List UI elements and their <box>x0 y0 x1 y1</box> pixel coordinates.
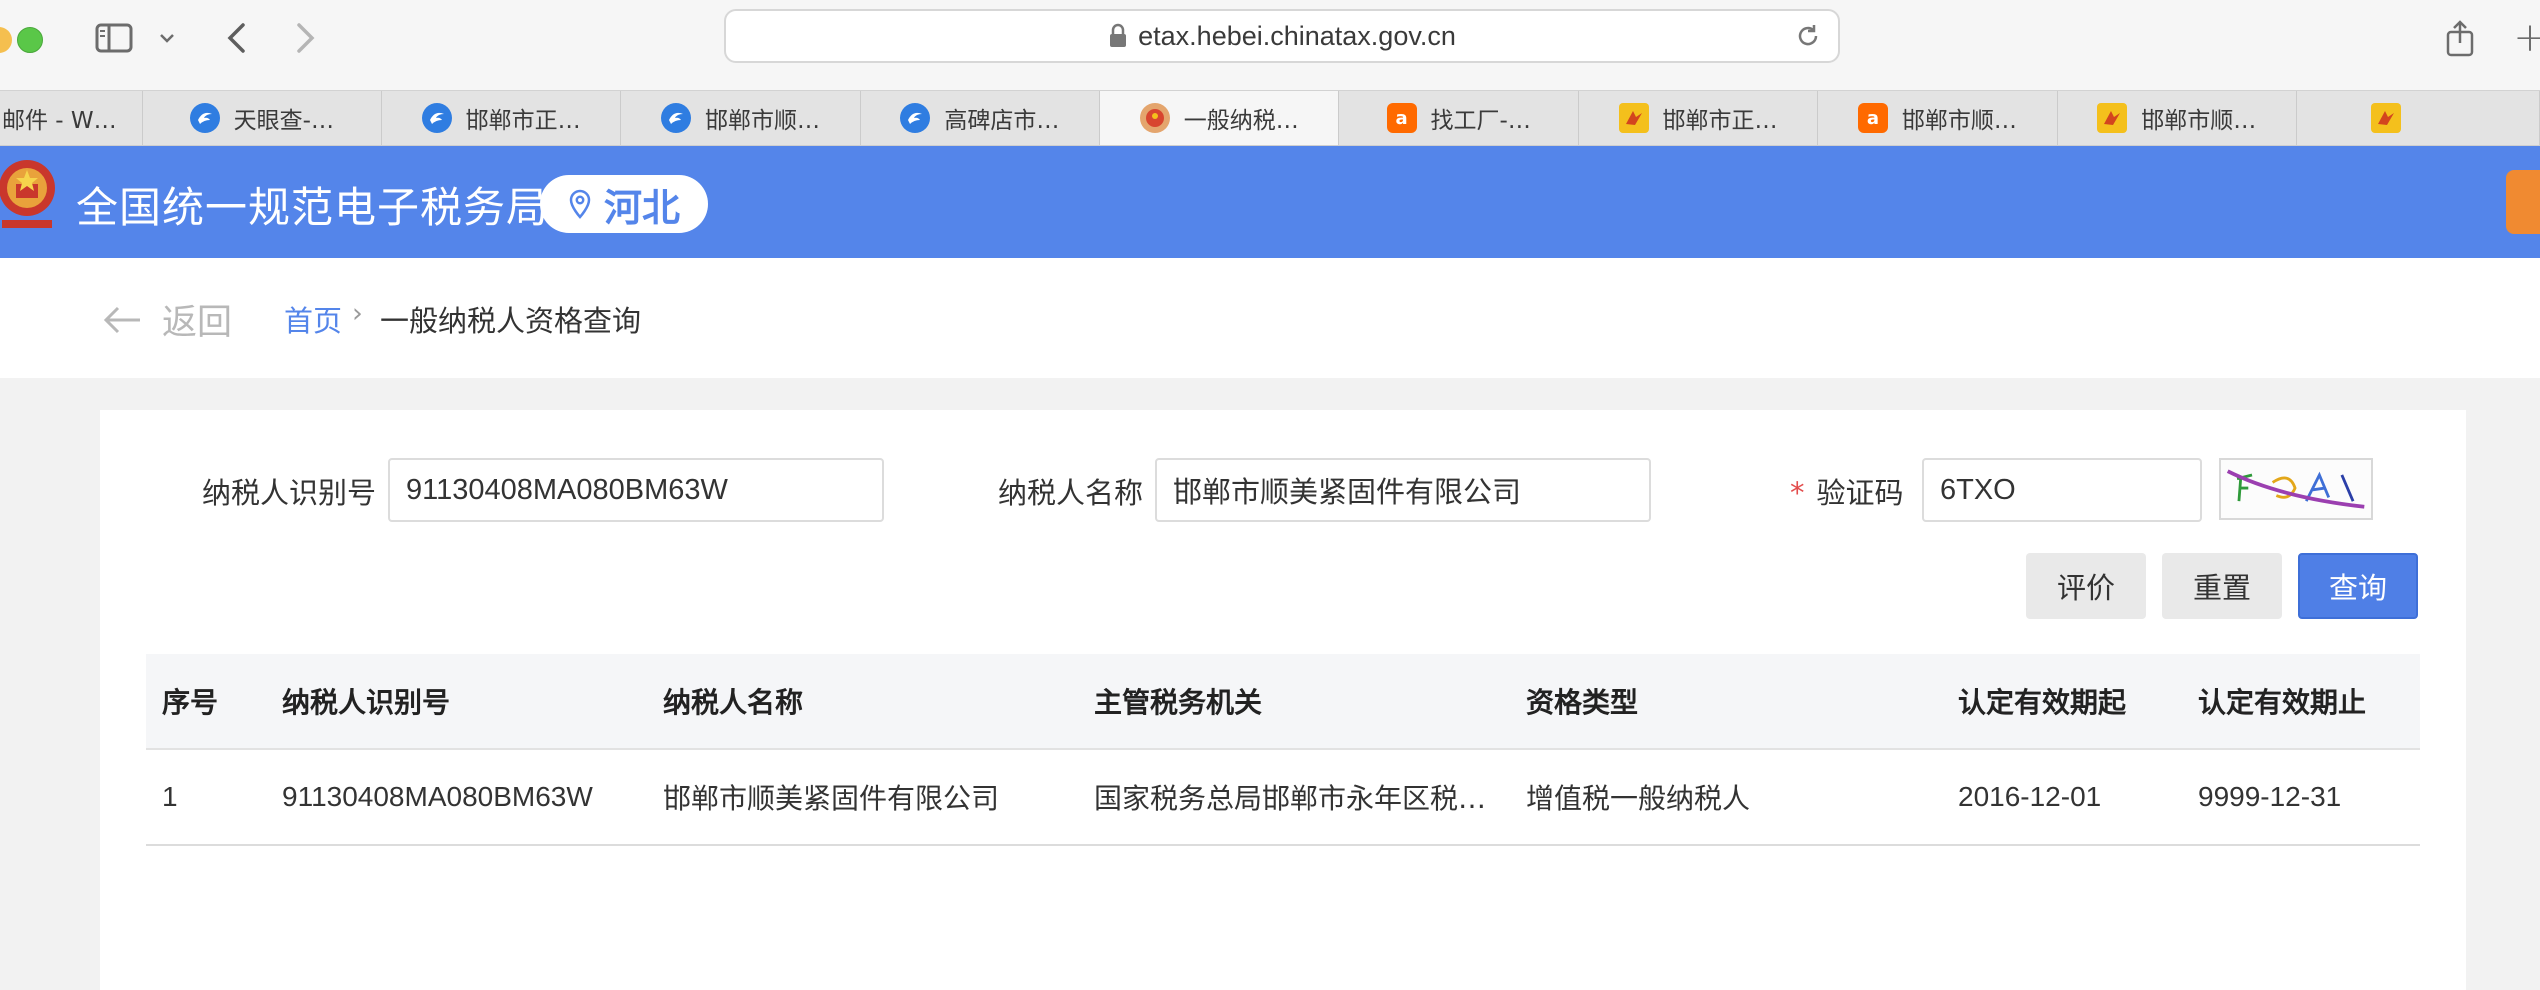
breadcrumb-separator: › <box>352 298 363 329</box>
breadcrumb: 返回 首页 › 一般纳税人资格查询 <box>0 258 2540 378</box>
back-arrow-icon[interactable] <box>216 18 256 58</box>
minimize-window-button[interactable] <box>0 27 12 53</box>
breadcrumb-home-link[interactable]: 首页 <box>284 298 342 340</box>
taxpayer-name-label: 纳税人名称 <box>998 476 1144 510</box>
address-bar[interactable]: etax.hebei.chinatax.gov.cn <box>724 9 1840 63</box>
tianyancha-eagle-icon <box>421 103 452 133</box>
browser-tab[interactable]: a 邯郸市顺… <box>1818 91 2058 145</box>
results-table: 序号 纳税人识别号 纳税人名称 主管税务机关 资格类型 认定有效期起 认定有效期… <box>146 654 2420 846</box>
tab-bar: 邮件 - W… 天眼查-… 邯郸市正… 邯郸市顺… 高碑店市… 一般纳税… a … <box>0 90 2540 146</box>
tab-label: 找工厂-… <box>1430 108 1531 134</box>
cell-tax-authority: 国家税务总局邯郸市永年区税… <box>1094 782 1487 815</box>
tab-label: 邯郸市正… <box>465 108 581 134</box>
column-header-tax-authority: 主管税务机关 <box>1094 686 1263 719</box>
cell-valid-from: 2016-12-01 <box>1958 781 2102 812</box>
column-header-valid-from: 认定有效期起 <box>1958 686 2127 719</box>
site-header: 全国统一规范电子税务局 河北 <box>0 146 2540 258</box>
tax-emblem-icon <box>1139 103 1170 133</box>
url-text: etax.hebei.chinatax.gov.cn <box>1138 20 1456 51</box>
browser-tab[interactable] <box>2297 91 2540 145</box>
cell-valid-to: 9999-12-31 <box>2198 781 2342 812</box>
table-header: 序号 纳税人识别号 纳税人名称 主管税务机关 资格类型 认定有效期起 认定有效期… <box>146 654 2420 750</box>
column-header-taxpayer-id: 纳税人识别号 <box>282 686 451 719</box>
column-header-taxpayer-name: 纳税人名称 <box>663 686 804 719</box>
browser-tab[interactable]: 邯郸市正… <box>382 91 622 145</box>
header-action-button[interactable] <box>2506 170 2540 234</box>
tab-label: 邯郸市正… <box>1662 108 1778 134</box>
forward-arrow-icon[interactable] <box>286 18 326 58</box>
captcha-image[interactable] <box>2219 458 2373 520</box>
new-tab-icon[interactable]: + <box>2510 15 2540 61</box>
national-emblem-icon <box>0 160 55 228</box>
column-header-valid-to: 认定有效期止 <box>2198 686 2367 719</box>
browser-tab[interactable]: 天眼查-… <box>143 91 382 145</box>
sidebar-toggle-icon[interactable] <box>94 18 134 58</box>
cell-qualification-type: 增值税一般纳税人 <box>1526 782 1751 815</box>
browser-toolbar: etax.hebei.chinatax.gov.cn + <box>0 0 2540 90</box>
tab-label: 邯郸市顺… <box>2141 108 2257 134</box>
tab-label: 天眼查-… <box>233 108 334 134</box>
cell-taxpayer-name: 邯郸市顺美紧固件有限公司 <box>663 782 1000 815</box>
location-pin-icon <box>569 189 591 219</box>
taxpayer-id-input[interactable] <box>388 458 884 522</box>
search-button[interactable]: 查询 <box>2298 553 2418 619</box>
cell-index: 1 <box>162 781 178 812</box>
captcha-label-group: * 验证码 <box>1790 470 1904 512</box>
required-mark: * <box>1790 476 1805 510</box>
query-card: 纳税人识别号 纳税人名称 * 验证码 评价 重置 查询 序号 纳税人识别号 纳税人… <box>100 410 2466 990</box>
tab-label: 邮件 - W… <box>2 108 117 134</box>
tab-label: 邯郸市顺… <box>705 108 821 134</box>
tab-label: 一般纳税… <box>1183 108 1299 134</box>
browser-tab[interactable]: 高碑店市… <box>861 91 1101 145</box>
table-row[interactable]: 1 91130408MA080BM63W 邯郸市顺美紧固件有限公司 国家税务总局… <box>146 750 2420 846</box>
tianyancha-eagle-icon <box>900 103 931 133</box>
site-title: 全国统一规范电子税务局 <box>76 183 550 232</box>
region-label: 河北 <box>603 185 680 230</box>
tianyancha-eagle-icon <box>189 103 220 133</box>
zoom-window-button[interactable] <box>17 27 43 53</box>
chevron-down-icon[interactable] <box>152 18 182 58</box>
alibaba-icon: a <box>1386 103 1417 133</box>
taxpayer-id-label: 纳税人识别号 <box>202 476 377 510</box>
browser-tab[interactable]: 邯郸市正… <box>1579 91 1819 145</box>
evaluate-button[interactable]: 评价 <box>2026 553 2146 619</box>
browser-tab-active[interactable]: 一般纳税… <box>1100 91 1340 145</box>
reset-button[interactable]: 重置 <box>2162 553 2282 619</box>
browser-tab[interactable]: 邯郸市顺… <box>621 91 861 145</box>
column-header-qualification-type: 资格类型 <box>1526 686 1639 719</box>
cell-taxpayer-id: 91130408MA080BM63W <box>282 781 593 812</box>
breadcrumb-current: 一般纳税人资格查询 <box>380 304 642 338</box>
yellow-logo-icon <box>2370 103 2401 133</box>
tab-label: 邯郸市顺… <box>1901 108 2017 134</box>
region-selector[interactable]: 河北 <box>540 175 708 233</box>
arrow-left-icon <box>103 306 140 333</box>
lock-icon <box>1110 23 1127 47</box>
captcha-input[interactable] <box>1922 458 2202 522</box>
reload-icon[interactable] <box>1794 22 1822 50</box>
yellow-logo-icon <box>1618 103 1649 133</box>
back-link[interactable]: 返回 <box>102 294 232 345</box>
browser-tab[interactable]: a 找工厂-… <box>1339 91 1579 145</box>
browser-tab[interactable]: 邯郸市顺… <box>2058 91 2297 145</box>
yellow-logo-icon <box>2097 103 2128 133</box>
browser-tab[interactable]: 邮件 - W… <box>0 91 143 145</box>
share-icon[interactable] <box>2440 18 2480 58</box>
column-header-index: 序号 <box>162 686 219 719</box>
back-label: 返回 <box>162 303 233 343</box>
alibaba-icon: a <box>1857 103 1888 133</box>
tianyancha-eagle-icon <box>661 103 692 133</box>
tab-label: 高碑店市… <box>944 108 1060 134</box>
captcha-label: 验证码 <box>1816 476 1904 510</box>
taxpayer-name-input[interactable] <box>1155 458 1651 522</box>
